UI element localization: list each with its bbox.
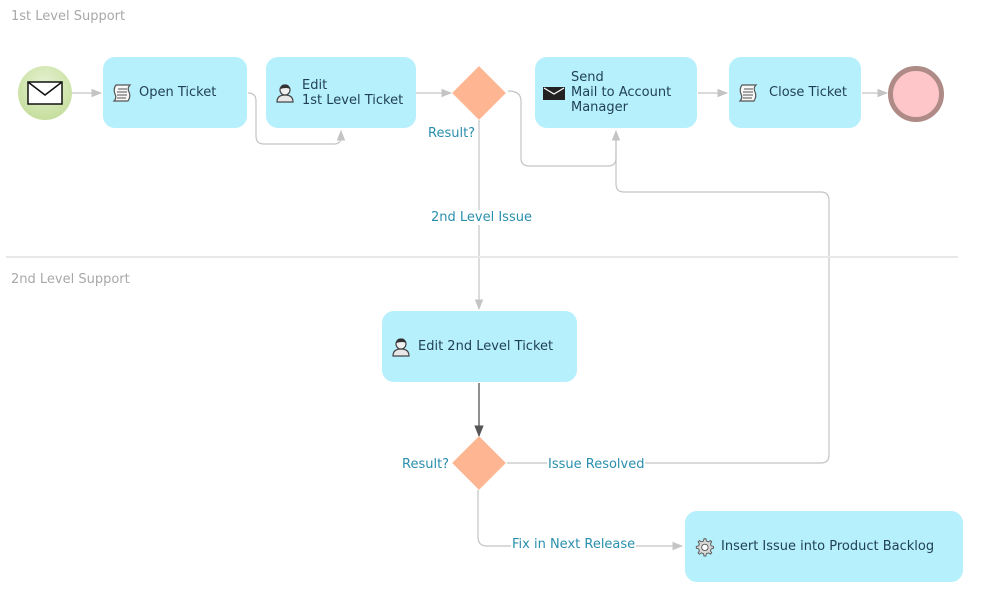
edge-label-2nd-level-issue: 2nd Level Issue [430,210,533,225]
bpmn-diagram: 1st Level Support 2nd Level Support Open… [0,0,994,600]
task-label: Open Ticket [139,85,217,100]
envelope-icon [27,81,63,105]
lane-label-1st-level: 1st Level Support [11,9,126,24]
gateway-label-2: Result? [402,457,450,472]
script-icon [737,82,759,104]
script-icon [111,82,133,104]
edge-label-fix-next-release: Fix in Next Release [511,537,637,552]
flow-g2-resolved [507,140,830,464]
task-label: Send Mail to Account Manager [571,70,672,115]
edge-label-issue-resolved: Issue Resolved [547,457,646,472]
task-close-ticket[interactable]: Close Ticket [729,57,861,128]
task-label: Edit 2nd Level Ticket [418,339,554,354]
task-label: Close Ticket [769,85,848,100]
task-send-mail-to-account-manager[interactable]: Send Mail to Account Manager [535,57,697,128]
lane-label-2nd-level: 2nd Level Support [11,272,130,287]
task-insert-issue-into-product-backlog[interactable]: Insert Issue into Product Backlog [685,511,963,582]
task-label: Edit 1st Level Ticket [302,77,404,108]
lane-divider [6,256,958,258]
user-icon [390,336,412,358]
end-event[interactable] [888,66,944,122]
gateway-label-1: Result? [428,126,476,141]
task-open-ticket[interactable]: Open Ticket [103,57,247,128]
task-label: Insert Issue into Product Backlog [721,539,935,554]
task-edit-2nd-level-ticket[interactable]: Edit 2nd Level Ticket [382,311,577,382]
user-icon [274,82,296,104]
gear-icon [693,536,715,558]
send-mail-icon [543,82,565,104]
task-edit-1st-level-ticket[interactable]: Edit 1st Level Ticket [266,57,416,128]
start-event[interactable] [18,66,72,120]
